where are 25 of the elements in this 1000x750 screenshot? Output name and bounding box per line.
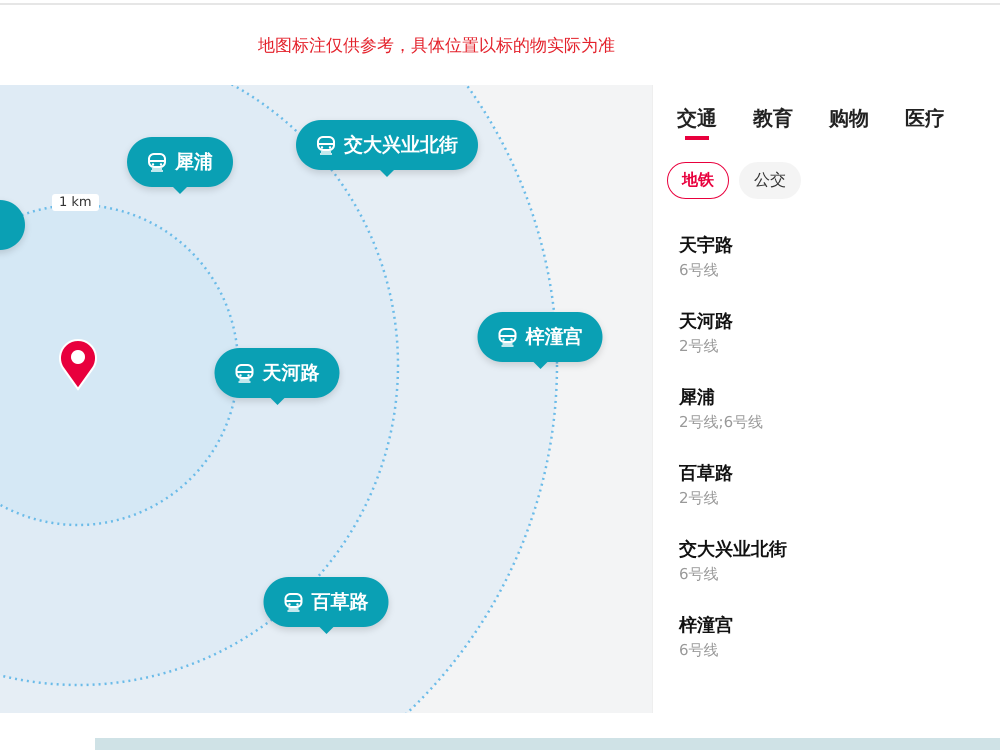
station-name: 天宇路 <box>679 234 734 257</box>
filter-chip[interactable]: 地铁 <box>667 162 729 199</box>
station-name: 百草路 <box>679 462 734 485</box>
distance-label: 1 km <box>52 194 99 211</box>
category-tab[interactable]: 医疗 <box>905 105 945 144</box>
metro-lines: 6号线 <box>679 565 720 584</box>
train-icon <box>498 327 518 347</box>
metro-lines: 6号线 <box>679 641 720 660</box>
category-tab[interactable]: 教育 <box>753 105 793 144</box>
filter-chip[interactable]: 公交 <box>739 162 801 199</box>
location-pin-icon <box>59 339 97 390</box>
metro-lines: 6号线 <box>679 261 720 280</box>
metro-lines: 2号线 <box>679 337 720 356</box>
metro-lines: 2号线;6号线 <box>679 413 764 432</box>
train-icon <box>316 135 336 155</box>
station-name: 犀浦 <box>679 386 716 409</box>
train-icon <box>284 592 304 612</box>
station-name: 天河路 <box>679 310 734 333</box>
train-icon <box>234 363 254 383</box>
station-name: 梓潼宫 <box>679 614 734 637</box>
category-tab[interactable]: 购物 <box>829 105 869 144</box>
metro-lines: 2号线 <box>679 489 720 508</box>
train-icon <box>147 152 167 172</box>
station-name: 交大兴业北街 <box>679 538 788 561</box>
disclaimer-text: 地图标注仅供参考，具体位置以标的物实际为准 <box>258 34 615 56</box>
